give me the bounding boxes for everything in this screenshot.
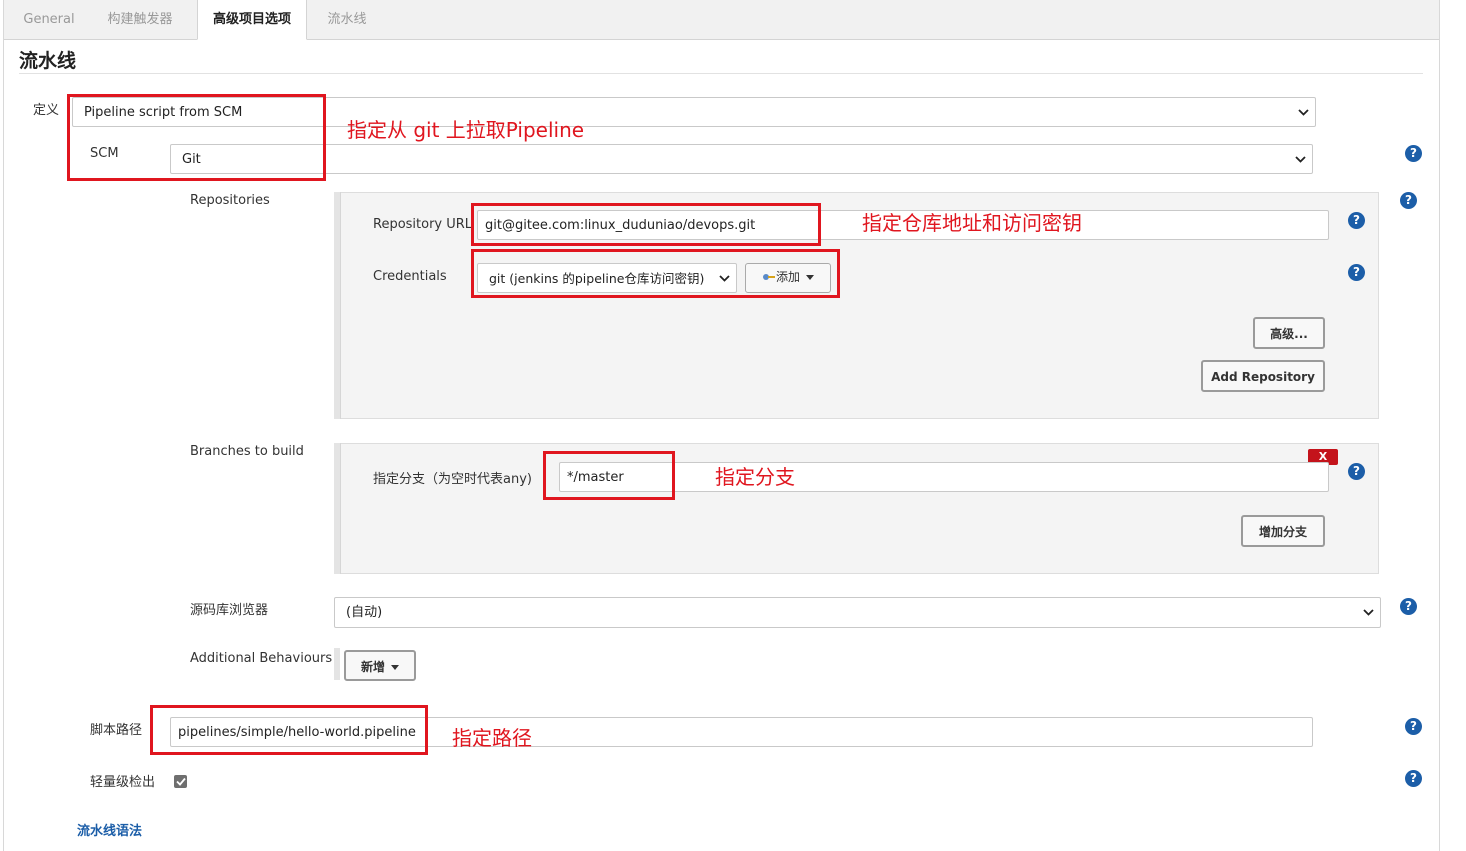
tab-pipeline[interactable]: 流水线: [314, 0, 380, 40]
help-icon[interactable]: ?: [1405, 145, 1422, 162]
add-behaviour-label: 新增: [360, 660, 385, 674]
annotation-path: 指定路径: [452, 726, 532, 750]
annotation-scm: 指定从 git 上拉取Pipeline: [347, 118, 585, 142]
help-icon[interactable]: ?: [1348, 212, 1365, 229]
help-icon[interactable]: ?: [1400, 598, 1417, 615]
script-path-label: 脚本路径: [90, 723, 143, 738]
annotation-box-path: [150, 705, 428, 755]
tab-build-triggers[interactable]: 构建触发器: [96, 0, 184, 40]
help-icon[interactable]: ?: [1400, 192, 1417, 209]
branches-label: Branches to build: [190, 444, 304, 459]
annotation-box-repo-url: [471, 203, 821, 246]
repository-browser-value: (自动): [346, 605, 383, 620]
branch-specifier-label: 指定分支（为空时代表any): [373, 472, 532, 487]
repositories-label: Repositories: [190, 193, 270, 208]
box-left-bar: [334, 443, 341, 574]
annotation-box-credentials: [471, 249, 840, 298]
tab-bar: General 构建触发器 高级项目选项 流水线: [4, 0, 1439, 40]
pipeline-syntax-link[interactable]: 流水线语法: [77, 820, 142, 839]
tab-general[interactable]: General: [14, 0, 84, 40]
lightweight-checkout-label: 轻量级检出: [90, 775, 156, 790]
annotation-branch: 指定分支: [715, 465, 795, 489]
chevron-down-icon: [1294, 145, 1306, 173]
box-left-bar: [334, 192, 341, 419]
behaviours-bar: [334, 648, 340, 680]
annotation-box-scm: [67, 94, 326, 181]
help-icon[interactable]: ?: [1405, 770, 1422, 787]
checkmark-icon: [175, 777, 186, 786]
help-icon[interactable]: ?: [1348, 463, 1365, 480]
section-divider: [19, 73, 1423, 74]
annotation-repo: 指定仓库地址和访问密钥: [862, 211, 1082, 235]
advanced-button[interactable]: 高级...: [1253, 317, 1325, 349]
scm-select[interactable]: Git: [170, 144, 1313, 174]
additional-behaviours-label: Additional Behaviours: [190, 651, 333, 666]
definition-label: 定义: [33, 103, 60, 118]
credentials-label: Credentials: [373, 269, 447, 284]
section-title: 流水线: [19, 50, 77, 72]
add-branch-button[interactable]: 增加分支: [1241, 515, 1325, 547]
help-icon[interactable]: ?: [1348, 264, 1365, 281]
chevron-down-icon: [1362, 598, 1374, 626]
add-repository-button[interactable]: Add Repository: [1201, 360, 1325, 392]
add-behaviour-button[interactable]: 新增: [344, 650, 416, 681]
lightweight-checkout-checkbox[interactable]: [174, 775, 187, 788]
repository-url-label: Repository URL: [373, 217, 473, 232]
caret-down-icon: [391, 665, 399, 670]
help-icon[interactable]: ?: [1405, 718, 1422, 735]
annotation-box-branch: [543, 451, 675, 500]
repository-browser-select[interactable]: (自动): [334, 597, 1381, 628]
chevron-down-icon: [1297, 98, 1309, 126]
repository-browser-label: 源码库浏览器: [190, 603, 269, 618]
tab-advanced-options[interactable]: 高级项目选项: [197, 0, 307, 40]
